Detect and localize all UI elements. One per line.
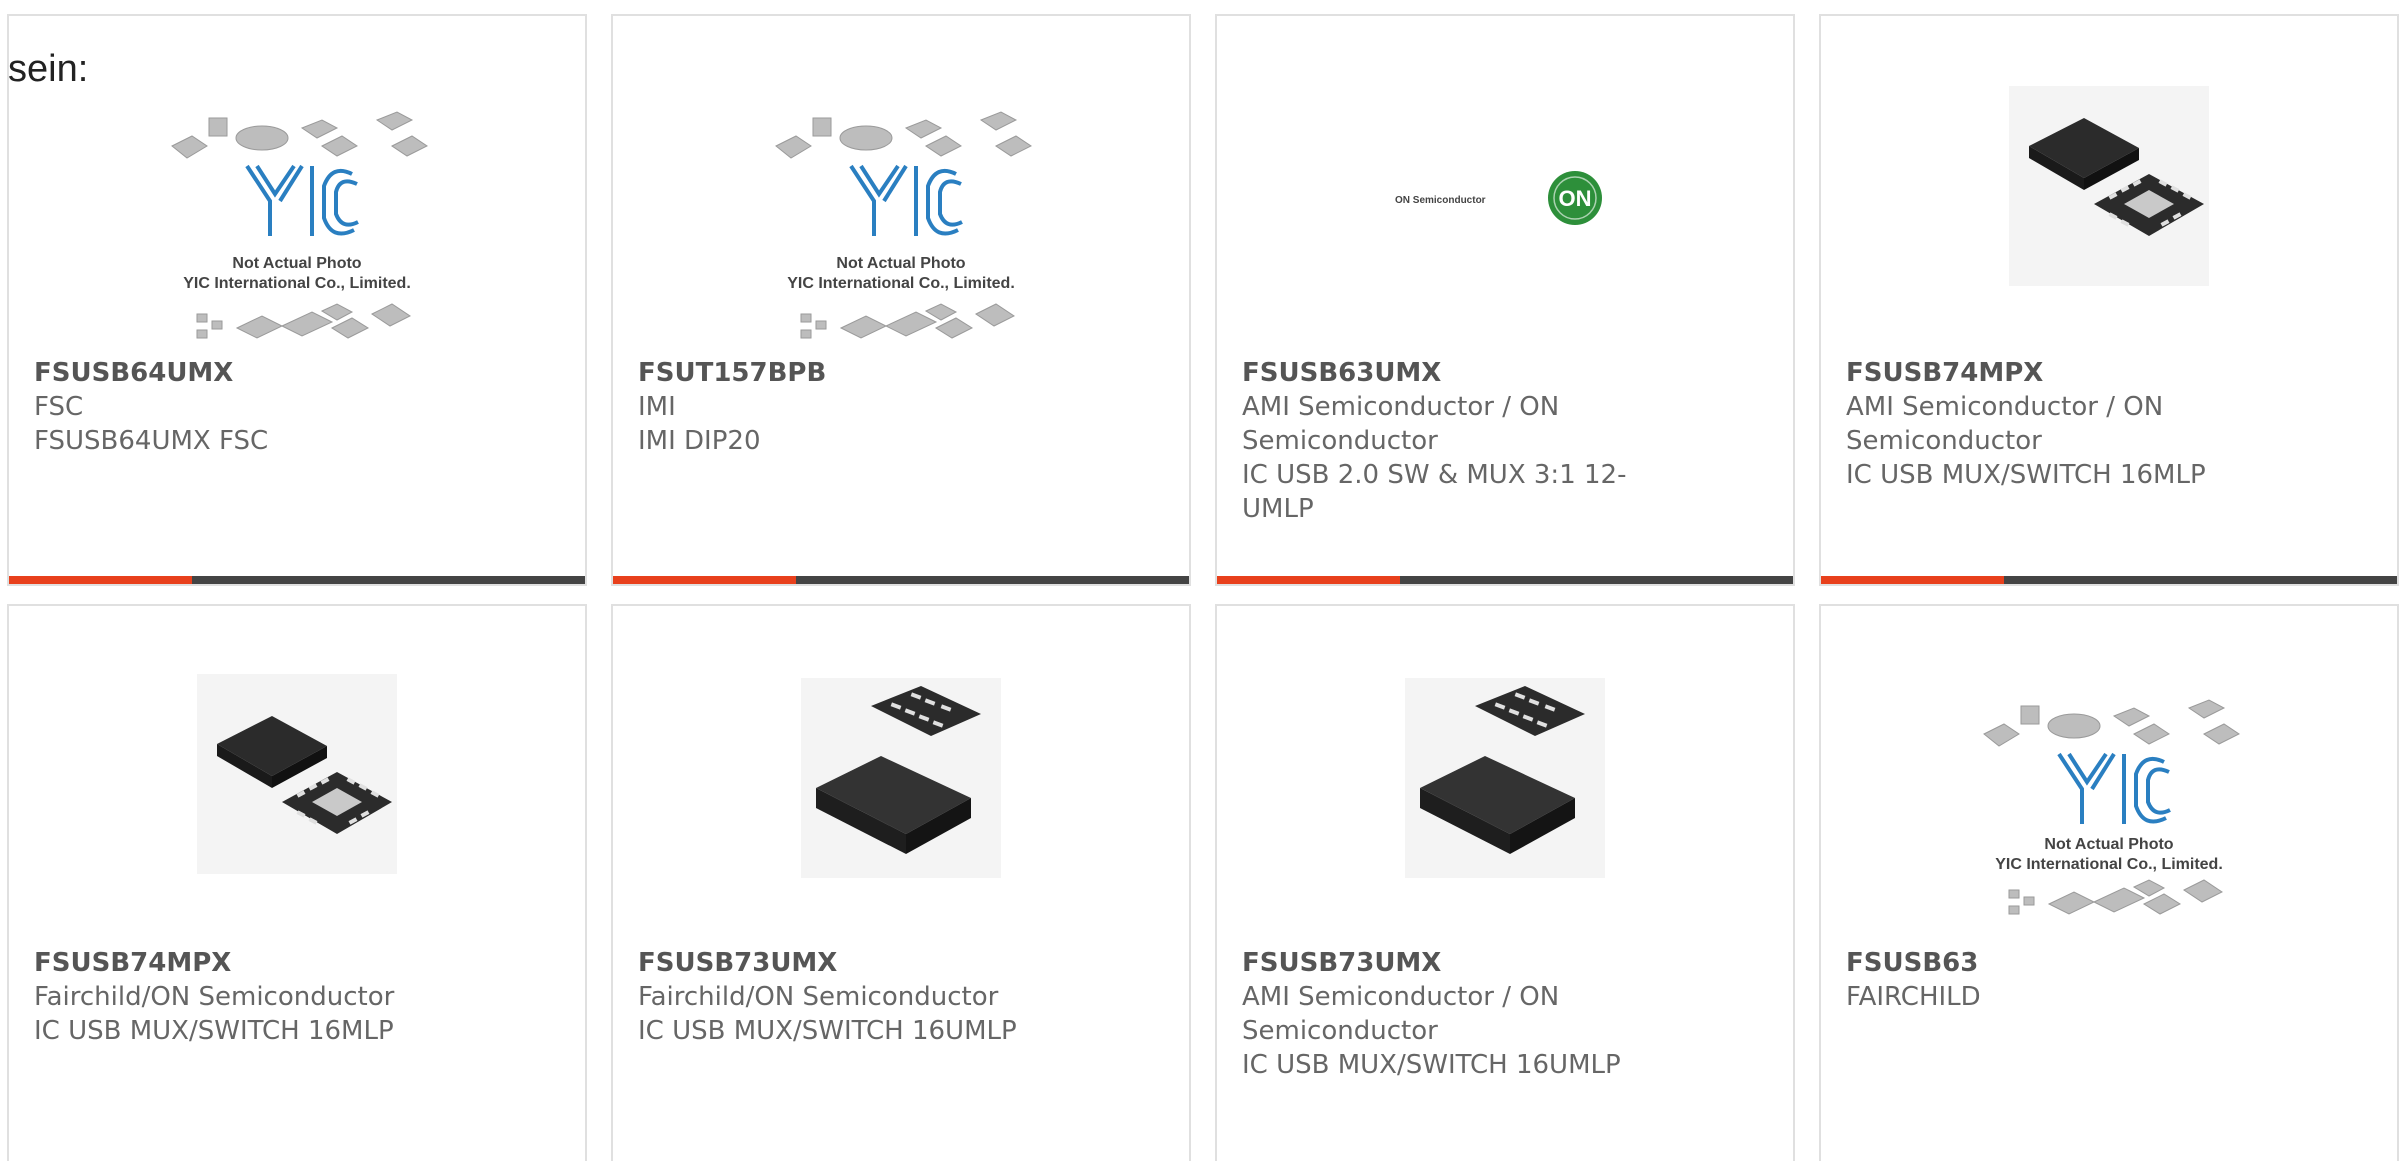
manufacturer-label: FAIRCHILD <box>1846 982 1981 1012</box>
card-bar-accent <box>1821 576 2004 584</box>
yic-placeholder-image: Not Actual Photo YIC International Co., … <box>9 106 585 366</box>
card-progress-bar <box>9 576 585 584</box>
manufacturer-label: IMI <box>638 392 676 422</box>
card-progress-bar <box>1821 576 2397 584</box>
card-progress-bar <box>1217 576 1793 584</box>
product-card[interactable]: FSUSB73UMX Fairchild/ON Semiconductor IC… <box>611 604 1191 1161</box>
part-number-link[interactable]: FSUSB73UMX <box>638 946 1149 980</box>
product-card[interactable]: Not Actual Photo YIC International Co., … <box>611 14 1191 586</box>
description-label: IC USB MUX/SWITCH 16MLP <box>34 1016 394 1046</box>
part-number-link[interactable]: FSUSB64UMX <box>34 356 545 390</box>
description-label: FSUSB64UMX FSC <box>34 426 269 456</box>
svg-text:YIC International Co., Limited: YIC International Co., Limited. <box>1995 856 2223 873</box>
on-semiconductor-logo: ON Semiconductor ON <box>1217 161 1793 231</box>
description-label: UMLP <box>1242 494 1314 524</box>
yic-placeholder-image: Not Actual Photo YIC International Co., … <box>613 106 1189 366</box>
umlp-chip-image <box>1217 678 1793 878</box>
svg-text:YIC International Co., Limited: YIC International Co., Limited. <box>787 275 1015 292</box>
part-number-link[interactable]: FSUSB74MPX <box>1846 356 2357 390</box>
card-progress-bar <box>613 576 1189 584</box>
card-bar-accent <box>9 576 192 584</box>
svg-text:YIC International Co., Limited: YIC International Co., Limited. <box>183 275 411 292</box>
product-card[interactable]: ON Semiconductor ON FSUSB63UMX AMI Semic… <box>1215 14 1795 586</box>
product-card[interactable]: FSUSB74MPX Fairchild/ON Semiconductor IC… <box>7 604 587 1161</box>
product-card[interactable]: FSUSB73UMX AMI Semiconductor / ON Semico… <box>1215 604 1795 1161</box>
manufacturer-label: Fairchild/ON Semiconductor <box>638 982 999 1012</box>
part-number-link[interactable]: FSUSB63 <box>1846 946 2357 980</box>
manufacturer-label: AMI Semiconductor / ON Semiconductor <box>1242 982 1560 1046</box>
product-card[interactable]: FSUSB74MPX AMI Semiconductor / ON Semico… <box>1819 14 2399 586</box>
manufacturer-label: AMI Semiconductor / ON Semiconductor <box>1242 392 1560 456</box>
svg-text:Not Actual Photo: Not Actual Photo <box>232 255 361 272</box>
manufacturer-label: FSC <box>34 392 84 422</box>
part-number-link[interactable]: FSUT157BPB <box>638 356 1149 390</box>
product-card[interactable]: Not Actual Photo YIC International Co., … <box>7 14 587 586</box>
manufacturer-label: AMI Semiconductor / ON Semiconductor <box>1846 392 2164 456</box>
svg-text:Not Actual Photo: Not Actual Photo <box>836 255 965 272</box>
description-label: IMI DIP20 <box>638 426 761 456</box>
part-number-link[interactable]: FSUSB63UMX <box>1242 356 1753 390</box>
part-number-link[interactable]: FSUSB74MPX <box>34 946 545 980</box>
qfn-chip-image <box>9 674 585 874</box>
manufacturer-label: Fairchild/ON Semiconductor <box>34 982 395 1012</box>
intro-text: sein: <box>8 48 89 90</box>
description-label: IC USB 2.0 SW & MUX 3:1 12- <box>1242 460 1627 490</box>
description-label: IC USB MUX/SWITCH 16MLP <box>1846 460 2206 490</box>
part-number-link[interactable]: FSUSB73UMX <box>1242 946 1753 980</box>
qfn-chip-image <box>1821 86 2397 286</box>
svg-text:Not Actual Photo: Not Actual Photo <box>2044 836 2173 853</box>
card-bar-accent <box>1217 576 1400 584</box>
umlp-chip-image <box>613 678 1189 878</box>
description-label: IC USB MUX/SWITCH 16UMLP <box>638 1016 1017 1046</box>
product-card[interactable]: Not Actual Photo YIC International Co., … <box>1819 604 2399 1161</box>
description-label: IC USB MUX/SWITCH 16UMLP <box>1242 1050 1621 1080</box>
yic-placeholder-image: Not Actual Photo YIC International Co., … <box>1821 694 2397 934</box>
svg-text:ON Semiconductor: ON Semiconductor <box>1395 195 1486 206</box>
svg-text:ON: ON <box>1559 186 1592 211</box>
card-bar-accent <box>613 576 796 584</box>
